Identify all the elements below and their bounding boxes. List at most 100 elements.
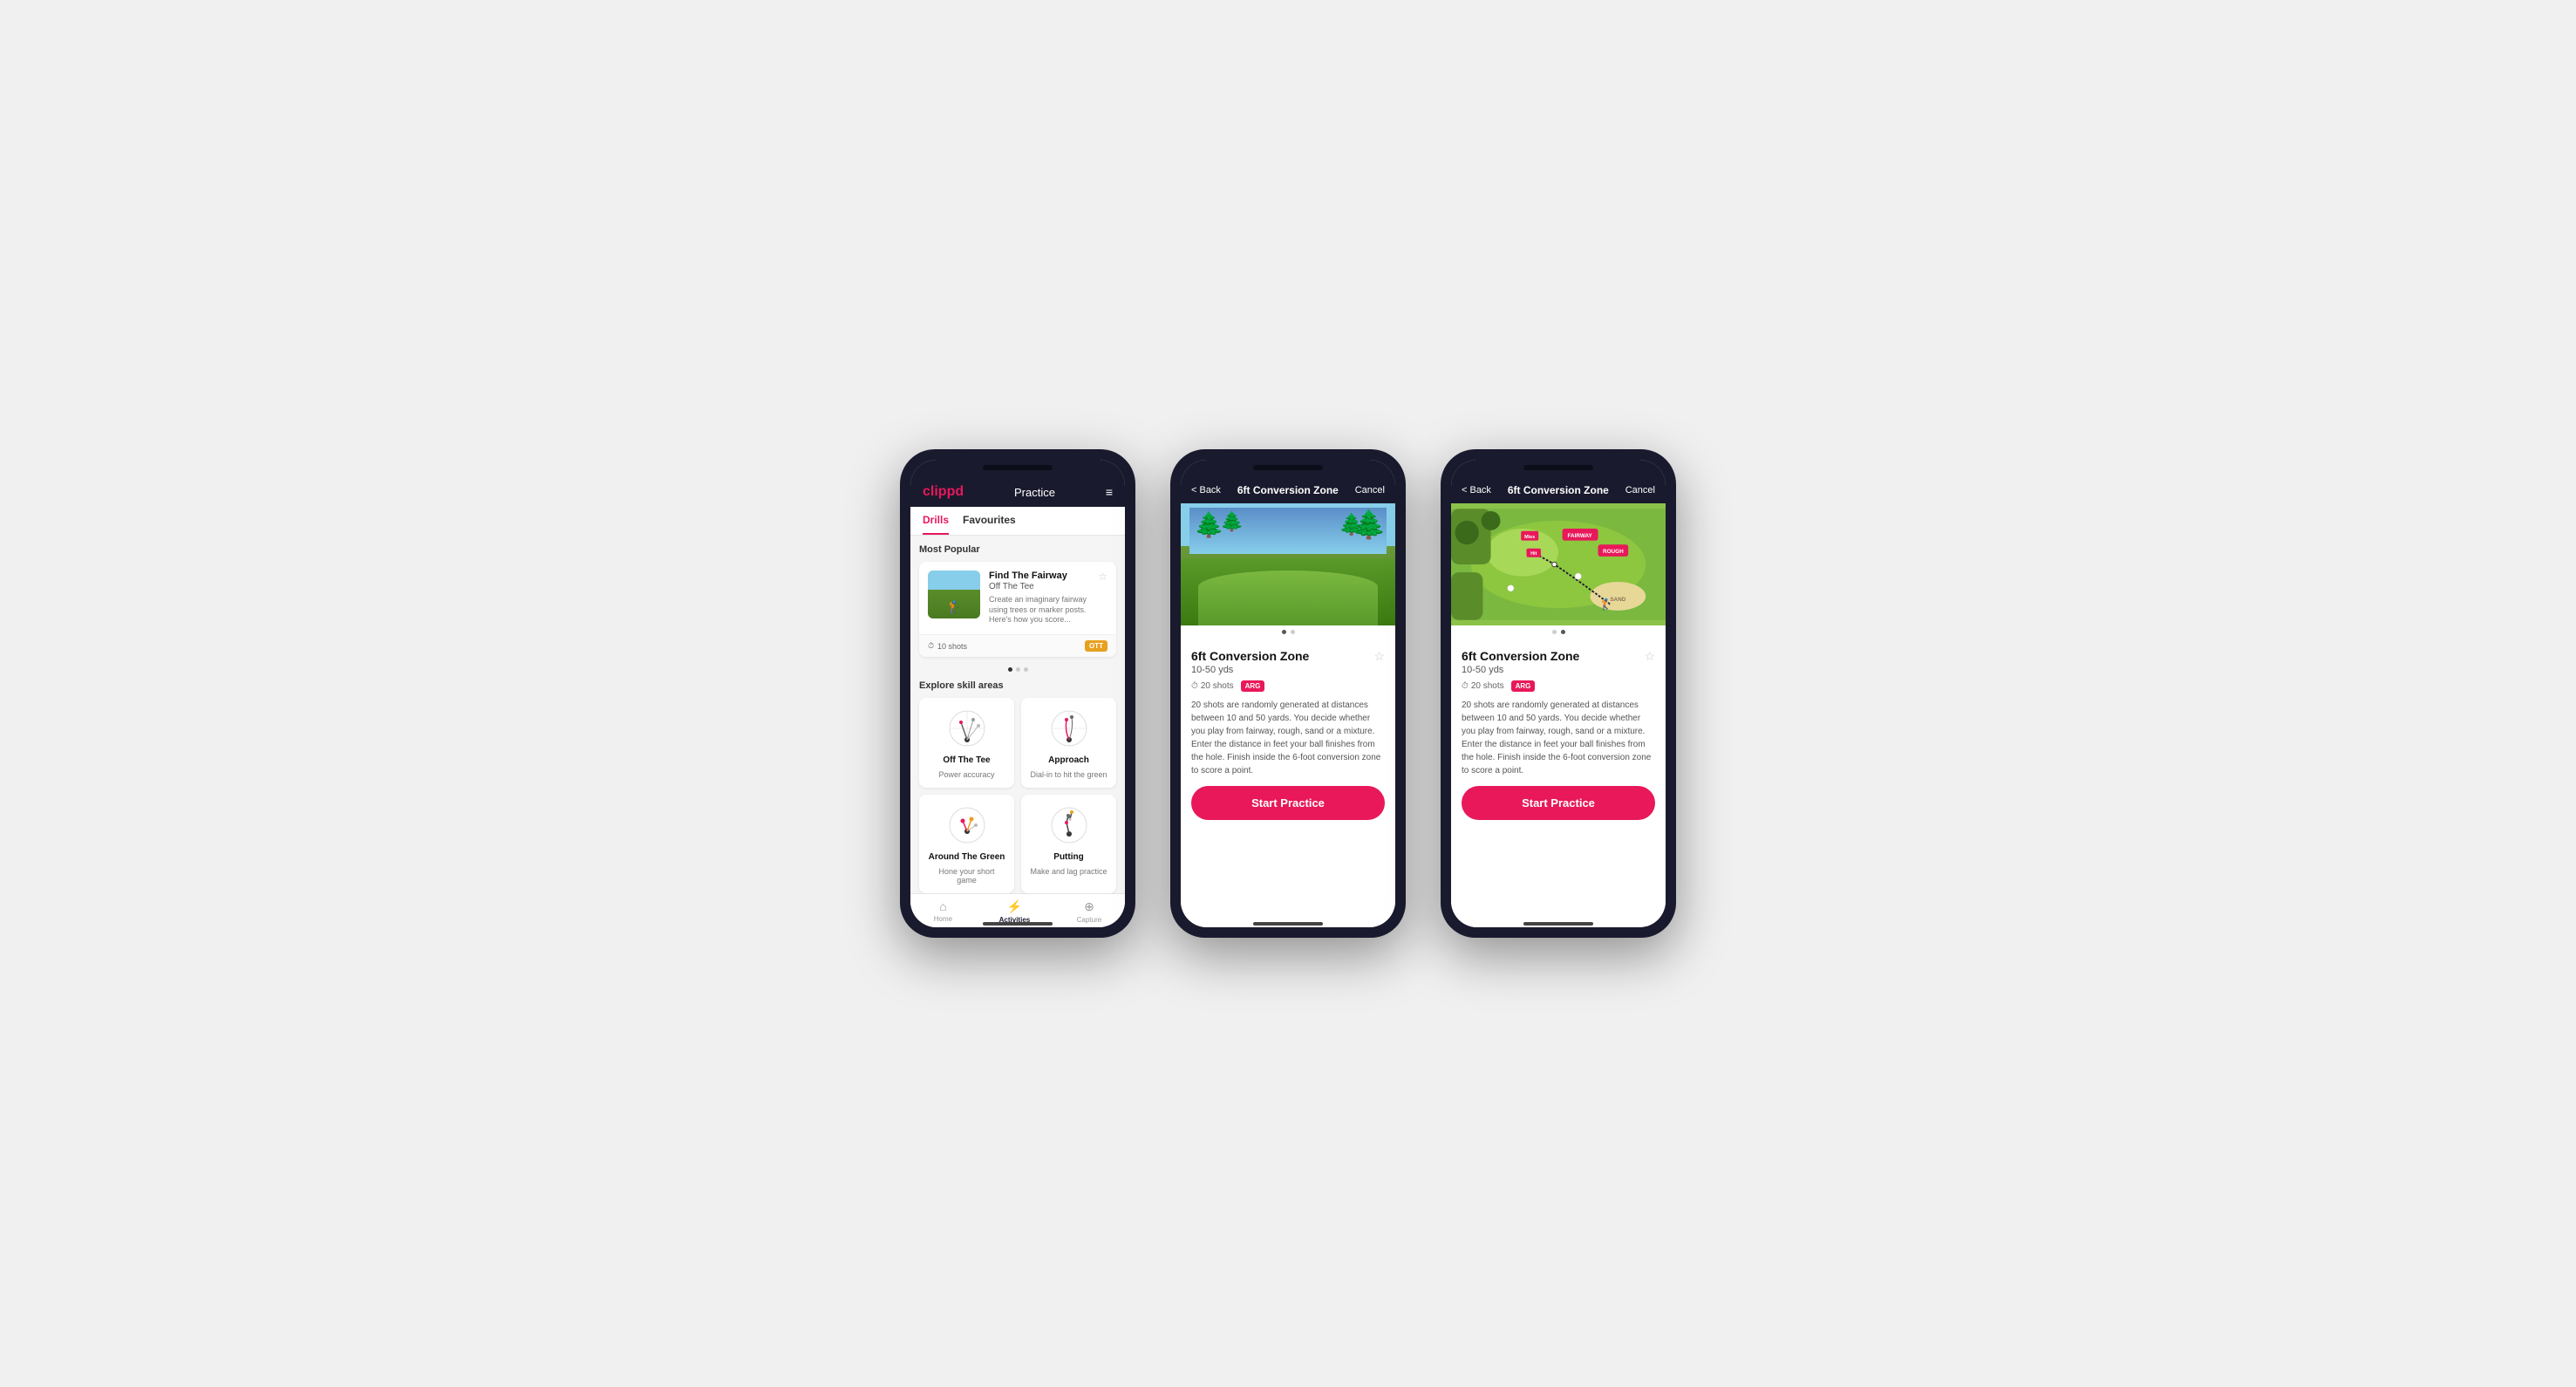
p3-header: < Back 6ft Conversion Zone Cancel [1451,460,1666,503]
p1-header: clippd Practice ≡ [910,460,1125,507]
skill-areas-section: Explore skill areas [919,680,1116,893]
nav-home[interactable]: ⌂ Home [934,899,952,924]
skill-desc-ott: Power accuracy [938,770,994,779]
clock-icon: ⏱ [928,641,934,651]
p2-fav-icon[interactable]: ☆ [1373,649,1385,664]
image-dots [1181,625,1395,639]
skill-desc-arg: Hone your short game [928,867,1005,885]
dot-2 [1016,667,1020,672]
back-button[interactable]: < Back [1191,485,1221,495]
phone-2: < Back 6ft Conversion Zone Cancel 🌲 🌲 🌲 … [1170,449,1406,938]
tab-drills[interactable]: Drills [923,507,949,535]
phone-3: < Back 6ft Conversion Zone Cancel [1441,449,1676,938]
drill-description: 20 shots are randomly generated at dista… [1191,699,1385,777]
skill-card-approach[interactable]: Approach Dial-in to hit the green [1021,698,1116,788]
start-practice-button[interactable]: Start Practice [1191,786,1385,820]
p3-drill-title: 6ft Conversion Zone [1462,649,1579,663]
skill-name-putting: Putting [1053,852,1083,862]
p3-start-practice-button[interactable]: Start Practice [1462,786,1655,820]
p3-drill-body: 6ft Conversion Zone 10-50 yds ☆ ⏱ 20 sho… [1451,639,1666,927]
skill-name-ott: Off The Tee [943,755,990,765]
phone-3-screen: < Back 6ft Conversion Zone Cancel [1451,460,1666,927]
activities-icon: ⚡ [1007,899,1022,914]
svg-text:ROUGH: ROUGH [1603,549,1624,555]
shots-count: ⏱ 10 shots [928,641,967,651]
ott-icon [945,707,989,750]
drill-shots: ⏱ 20 shots [1191,681,1234,691]
skill-card-putting[interactable]: Putting Make and lag practice [1021,795,1116,893]
skill-card-ott[interactable]: Off The Tee Power accuracy [919,698,1014,788]
svg-text:FAIRWAY: FAIRWAY [1567,533,1592,539]
home-icon: ⌂ [939,899,946,913]
p3-back-button[interactable]: < Back [1462,485,1491,495]
card-title: Find The Fairway [989,571,1067,581]
most-popular-label: Most Popular [919,544,1116,555]
approach-icon [1047,707,1091,750]
explore-label: Explore skill areas [919,680,1116,691]
p3-cancel-button[interactable]: Cancel [1625,485,1655,495]
app-logo: clippd [923,484,964,500]
p3-image-dots [1451,625,1666,639]
capture-icon: ⊕ [1084,899,1094,914]
card-info: Find The Fairway Off The Tee ☆ Create an… [989,571,1107,625]
tab-favourites[interactable]: Favourites [963,507,1016,535]
course-map-svg: FAIRWAY ROUGH Miss Hit 🏌️ SAND [1451,503,1666,625]
card-image: 🏌️ [928,571,980,618]
drill-range: 10-50 yds [1191,665,1309,675]
drill-title: 6ft Conversion Zone [1191,649,1309,663]
nav-capture[interactable]: ⊕ Capture [1077,899,1101,924]
skill-grid: Off The Tee Power accuracy [919,698,1116,893]
drill-tag: ARG [1241,680,1265,692]
bottom-nav: ⌂ Home ⚡ Activities ⊕ Capture [910,893,1125,927]
phone-1-screen: clippd Practice ≡ Drills Favourites Most… [910,460,1125,927]
skill-desc-approach: Dial-in to hit the green [1030,770,1107,779]
nav-activities[interactable]: ⚡ Activities [999,899,1031,924]
drill-hero-image: 🌲 🌲 🌲 🌲 🏌️ [1181,503,1395,625]
skill-name-approach: Approach [1048,755,1089,765]
tabs-bar: Drills Favourites [910,507,1125,536]
nav-activities-label: Activities [999,916,1031,924]
card-subtitle: Off The Tee [989,582,1067,591]
putting-icon [1047,803,1091,847]
drill-tag: OTT [1085,640,1107,652]
p3-drill-title-block: 6ft Conversion Zone 10-50 yds [1462,649,1579,675]
favourite-icon[interactable]: ☆ [1098,571,1107,591]
svg-text:Miss: Miss [1524,535,1535,540]
p3-drill-shots: ⏱ 20 shots [1462,681,1504,691]
p3-drill-tag: ARG [1511,680,1536,692]
clock-icon-2: ⏱ [1191,681,1198,691]
p3-fav-icon[interactable]: ☆ [1644,649,1655,664]
phone-2-screen: < Back 6ft Conversion Zone Cancel 🌲 🌲 🌲 … [1181,460,1395,927]
phone-1: clippd Practice ≡ Drills Favourites Most… [900,449,1135,938]
p3-img-dot-1 [1552,630,1557,634]
p3-drill-meta: ⏱ 20 shots ARG [1462,680,1655,692]
nav-home-label: Home [934,915,952,923]
skill-desc-putting: Make and lag practice [1030,867,1107,876]
p3-img-dot-2 [1561,630,1565,634]
p3-drill-header: 6ft Conversion Zone 10-50 yds ☆ [1462,649,1655,675]
featured-drill-card[interactable]: 🏌️ Find The Fairway Off The Tee ☆ [919,562,1116,657]
p1-content: Most Popular 🏌️ Find [910,536,1125,893]
dot-1 [1008,667,1012,672]
p2-header: < Back 6ft Conversion Zone Cancel [1181,460,1395,503]
phones-container: clippd Practice ≡ Drills Favourites Most… [900,449,1676,938]
drill-header: 6ft Conversion Zone 10-50 yds ☆ [1191,649,1385,675]
p3-drill-range: 10-50 yds [1462,665,1579,675]
p2-title: 6ft Conversion Zone [1237,484,1339,496]
arg-icon [945,803,989,847]
svg-text:SAND: SAND [1610,597,1625,603]
carousel-dots [919,664,1116,675]
menu-icon[interactable]: ≡ [1106,485,1113,499]
p3-drill-description: 20 shots are randomly generated at dista… [1462,699,1655,777]
clock-icon-3: ⏱ [1462,681,1469,691]
cancel-button[interactable]: Cancel [1355,485,1385,495]
p1-header-title: Practice [1014,486,1055,499]
skill-card-arg[interactable]: Around The Green Hone your short game [919,795,1014,893]
drill-map-image: FAIRWAY ROUGH Miss Hit 🏌️ SAND [1451,503,1666,625]
nav-capture-label: Capture [1077,916,1101,924]
dot-3 [1024,667,1028,672]
p3-title: 6ft Conversion Zone [1508,484,1609,496]
skill-name-arg: Around The Green [929,852,1005,862]
img-dot-1 [1282,630,1286,634]
svg-text:Hit: Hit [1530,551,1537,557]
